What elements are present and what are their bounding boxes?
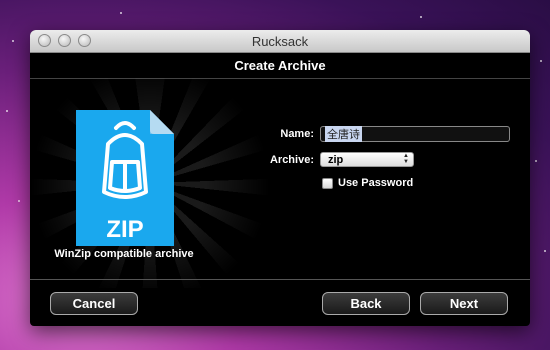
dialog-title: Create Archive bbox=[30, 52, 530, 79]
desktop-star bbox=[544, 250, 546, 252]
zoom-window-button[interactable] bbox=[78, 34, 91, 47]
desktop-star bbox=[420, 16, 422, 18]
window-controls bbox=[38, 34, 91, 47]
zip-archive-icon: ZIP bbox=[76, 110, 174, 246]
window-title: Rucksack bbox=[251, 33, 309, 49]
desktop-star bbox=[120, 12, 122, 14]
desktop-star bbox=[6, 110, 8, 112]
desktop-star bbox=[535, 160, 537, 162]
footer-divider bbox=[30, 279, 530, 280]
use-password-row[interactable]: Use Password bbox=[322, 177, 413, 189]
archive-format-value: zip bbox=[328, 153, 344, 166]
name-input[interactable]: 全唐诗 bbox=[320, 126, 510, 142]
next-button[interactable]: Next bbox=[420, 292, 508, 315]
back-button[interactable]: Back bbox=[322, 292, 410, 315]
use-password-label[interactable]: Use Password bbox=[338, 177, 413, 189]
desktop-star bbox=[12, 40, 14, 42]
name-label: Name: bbox=[280, 128, 314, 140]
archive-type-caption: WinZip compatible archive bbox=[54, 248, 194, 260]
desktop-star bbox=[18, 200, 20, 202]
app-window: Rucksack Create Archive ZIP WinZip compa… bbox=[30, 30, 530, 326]
use-password-checkbox[interactable] bbox=[322, 177, 333, 189]
close-window-button[interactable] bbox=[38, 34, 51, 47]
minimize-window-button[interactable] bbox=[58, 34, 71, 47]
zip-icon-label: ZIP bbox=[106, 216, 143, 243]
archive-label: Archive: bbox=[269, 154, 314, 166]
window-titlebar[interactable]: Rucksack bbox=[30, 30, 530, 53]
cancel-button[interactable]: Cancel bbox=[50, 292, 138, 315]
updown-arrows-icon: ▲ ▼ bbox=[403, 153, 409, 165]
archive-format-select[interactable]: zip ▲ ▼ bbox=[320, 152, 414, 167]
desktop-star bbox=[540, 60, 542, 62]
name-input-value: 全唐诗 bbox=[325, 126, 362, 142]
